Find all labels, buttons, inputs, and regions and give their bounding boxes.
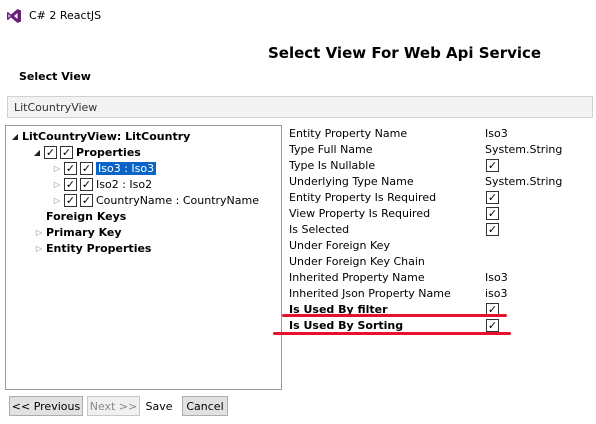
- prop-value: Iso3: [485, 271, 508, 284]
- entity-property-required-checkbox[interactable]: ✓: [486, 191, 499, 204]
- window-title: C# 2 ReactJS: [29, 9, 102, 22]
- tree-item-iso3[interactable]: ▷ ✓ ✓ Iso3 : Iso3: [52, 160, 157, 176]
- view-select[interactable]: LitCountryView: [7, 96, 593, 118]
- view-tree[interactable]: ◢ LitCountryView: LitCountry ◢ ✓ ✓ Prope…: [5, 125, 282, 390]
- prop-name: Entity Property Is Required: [289, 191, 437, 204]
- prop-value: System.String: [485, 143, 563, 156]
- properties-checkbox[interactable]: ✓: [44, 145, 57, 159]
- title-bar: C# 2 ReactJS: [0, 0, 596, 30]
- prop-value: Iso3: [485, 127, 508, 140]
- red-underline-filter: [282, 314, 507, 317]
- tree-item-iso2[interactable]: ▷ ✓ ✓ Iso2 : Iso2: [52, 176, 152, 192]
- prop-name: Underlying Type Name: [289, 175, 414, 188]
- select-view-label: Select View: [19, 70, 91, 83]
- expanded-arrow-icon[interactable]: ◢: [32, 148, 42, 157]
- prop-name: Type Full Name: [289, 143, 373, 156]
- tree-node-entity-properties-label: Entity Properties: [46, 241, 152, 255]
- prop-name: Is Selected: [289, 223, 350, 236]
- view-select-value: LitCountryView: [14, 101, 98, 114]
- visual-studio-icon: [7, 9, 21, 23]
- tree-root[interactable]: ◢ LitCountryView: LitCountry: [10, 128, 190, 144]
- collapsed-arrow-icon[interactable]: ▷: [52, 196, 62, 205]
- red-underline-sorting: [273, 332, 511, 335]
- tree-item-label: Iso2 : Iso2: [96, 177, 153, 191]
- cancel-button[interactable]: Cancel: [182, 396, 228, 416]
- iso3-include-checkbox[interactable]: ✓: [64, 161, 77, 175]
- prop-name: Under Foreign Key: [289, 239, 390, 252]
- prop-name: View Property Is Required: [289, 207, 431, 220]
- save-button[interactable]: Save: [144, 396, 174, 416]
- iso2-select-checkbox[interactable]: ✓: [80, 177, 93, 191]
- countryname-include-checkbox[interactable]: ✓: [64, 193, 77, 207]
- view-property-required-checkbox[interactable]: ✓: [486, 207, 499, 220]
- collapsed-arrow-icon[interactable]: ▷: [34, 244, 44, 253]
- tree-root-label: LitCountryView: LitCountry: [22, 129, 191, 143]
- tree-node-primary-key-label: Primary Key: [46, 225, 122, 239]
- countryname-select-checkbox[interactable]: ✓: [80, 193, 93, 207]
- page-title: Select View For Web Api Service: [268, 44, 542, 62]
- tree-item-label: CountryName : CountryName: [96, 193, 260, 207]
- tree-node-foreign-keys-label: Foreign Keys: [46, 209, 127, 223]
- expanded-arrow-icon[interactable]: ◢: [10, 132, 20, 141]
- properties-checkbox-secondary[interactable]: ✓: [60, 145, 73, 159]
- tree-item-countryname[interactable]: ▷ ✓ ✓ CountryName : CountryName: [52, 192, 259, 208]
- footer-bar: << Previous Next >> Save Cancel: [0, 391, 596, 424]
- prop-name: Entity Property Name: [289, 127, 408, 140]
- tree-node-properties[interactable]: ◢ ✓ ✓ Properties: [32, 144, 141, 160]
- tree-node-foreign-keys[interactable]: Foreign Keys: [46, 208, 126, 224]
- next-button[interactable]: Next >>: [87, 396, 140, 416]
- iso3-select-checkbox[interactable]: ✓: [80, 161, 93, 175]
- collapsed-arrow-icon[interactable]: ▷: [52, 180, 62, 189]
- iso2-include-checkbox[interactable]: ✓: [64, 177, 77, 191]
- prop-name: Is Used By Sorting: [289, 319, 404, 332]
- tree-node-entity-properties[interactable]: ▷ Entity Properties: [34, 240, 152, 256]
- prop-name: Type Is Nullable: [289, 159, 376, 172]
- previous-button[interactable]: << Previous: [9, 396, 83, 416]
- collapsed-arrow-icon[interactable]: ▷: [34, 228, 44, 237]
- prop-name: Inherited Property Name: [289, 271, 425, 284]
- is-selected-checkbox[interactable]: ✓: [486, 223, 499, 236]
- prop-name: Inherited Json Property Name: [289, 287, 451, 300]
- is-used-by-sorting-checkbox[interactable]: ✓: [486, 319, 499, 332]
- tree-node-properties-label: Properties: [76, 145, 141, 159]
- type-is-nullable-checkbox[interactable]: ✓: [486, 159, 499, 172]
- tree-node-primary-key[interactable]: ▷ Primary Key: [34, 224, 122, 240]
- tree-item-label: Iso3 : Iso3: [96, 161, 157, 175]
- prop-value: System.String: [485, 175, 563, 188]
- prop-name: Under Foreign Key Chain: [289, 255, 425, 268]
- prop-value: iso3: [485, 287, 508, 300]
- collapsed-arrow-icon[interactable]: ▷: [52, 164, 62, 173]
